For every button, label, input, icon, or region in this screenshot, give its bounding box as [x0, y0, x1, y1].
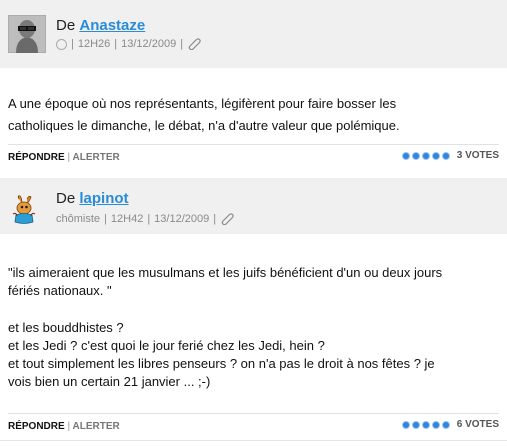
smiley-icon	[56, 38, 67, 50]
comment-line: et tout simplement les libres penseurs ?…	[8, 356, 435, 371]
comment-date: 13/12/2009	[154, 213, 210, 225]
comment-line: A une époque où nos représentants, légif…	[8, 96, 397, 111]
author-line: De Anastaze	[56, 17, 145, 34]
vote-widget: 6 VOTES	[401, 419, 499, 430]
vote-dot-icon[interactable]	[411, 151, 420, 160]
vote-dot-icon[interactable]	[421, 151, 430, 160]
paperclip-icon[interactable]	[220, 213, 234, 225]
comment-footer: RÉPONDRE | ALERTER 6 VOTES	[8, 413, 499, 441]
vote-dot-icon[interactable]	[401, 420, 410, 429]
paperclip-icon[interactable]	[187, 38, 201, 50]
divider	[8, 144, 499, 145]
vote-count: 3 VOTES	[456, 150, 499, 161]
sunglasses-face-icon	[7, 14, 47, 54]
action-separator: |	[67, 152, 71, 163]
comment-time: 12H26	[77, 38, 111, 50]
reply-link[interactable]: RÉPONDRE	[8, 421, 65, 432]
vote-dot-icon[interactable]	[441, 420, 450, 429]
author-prefix: De	[56, 17, 76, 34]
comment-date: 13/12/2009	[121, 38, 177, 50]
meta-separator: |	[180, 38, 184, 50]
comment-meta: chômiste | 12H42 | 13/12/2009 |	[56, 213, 234, 225]
divider	[8, 413, 499, 414]
vote-count: 6 VOTES	[456, 419, 499, 430]
comment-line: catholiques le dimanche, le débat, n'a d…	[8, 118, 400, 133]
comment-time: 12H42	[110, 213, 144, 225]
comment-body: A une époque où nos représentants, légif…	[8, 93, 400, 137]
vote-dot-icon[interactable]	[431, 151, 440, 160]
alert-link[interactable]: ALERTER	[73, 421, 120, 432]
avatar[interactable]	[10, 195, 40, 225]
comment-header: De lapinot chômiste | 12H42 | 13/12/2009…	[0, 178, 507, 234]
author-line: De lapinot	[56, 190, 129, 207]
comment-line: fériés nationaux. "	[8, 283, 112, 298]
comment-line: et les bouddhistes ?	[8, 320, 124, 335]
comment-line: vois bien un certain 21 janvier ... ;-)	[8, 374, 211, 389]
vote-dot-icon[interactable]	[401, 151, 410, 160]
author-prefix: De	[56, 190, 76, 207]
comment-card: De lapinot chômiste | 12H42 | 13/12/2009…	[0, 178, 507, 446]
action-separator: |	[67, 421, 71, 432]
comment-actions: RÉPONDRE | ALERTER	[8, 421, 120, 432]
meta-separator: |	[213, 213, 217, 225]
vote-dot-icon[interactable]	[431, 420, 440, 429]
comment-header: De Anastaze | 12H26 | 13/12/2009 |	[0, 0, 507, 68]
meta-separator: |	[71, 38, 74, 50]
alert-link[interactable]: ALERTER	[73, 152, 120, 163]
rabbit-cartoon-icon	[12, 195, 36, 224]
comment-card: De Anastaze | 12H26 | 13/12/2009 | A une…	[0, 0, 507, 178]
vote-dot-icon[interactable]	[411, 420, 420, 429]
author-link[interactable]: lapinot	[79, 190, 128, 207]
comment-quote: "ils aimeraient que les musulmans et les…	[8, 264, 442, 300]
vote-dot-icon[interactable]	[441, 151, 450, 160]
author-link[interactable]: Anastaze	[79, 17, 145, 34]
comment-footer: RÉPONDRE | ALERTER 3 VOTES	[8, 144, 499, 172]
comment-actions: RÉPONDRE | ALERTER	[8, 152, 120, 163]
comment-line: et les Jedi ? c'est quoi le jour ferié c…	[8, 338, 325, 353]
meta-separator: |	[114, 38, 118, 50]
comment-meta: | 12H26 | 13/12/2009 |	[56, 38, 201, 50]
vote-dot-icon[interactable]	[421, 420, 430, 429]
reply-link[interactable]: RÉPONDRE	[8, 152, 65, 163]
meta-separator: |	[104, 213, 107, 225]
comment-body: et les bouddhistes ? et les Jedi ? c'est…	[8, 319, 435, 391]
meta-separator: |	[147, 213, 151, 225]
comment-line: "ils aimeraient que les musulmans et les…	[8, 265, 443, 280]
divider	[0, 440, 507, 441]
author-role: chômiste	[56, 213, 101, 225]
vote-widget: 3 VOTES	[401, 150, 499, 161]
avatar[interactable]	[7, 14, 47, 54]
